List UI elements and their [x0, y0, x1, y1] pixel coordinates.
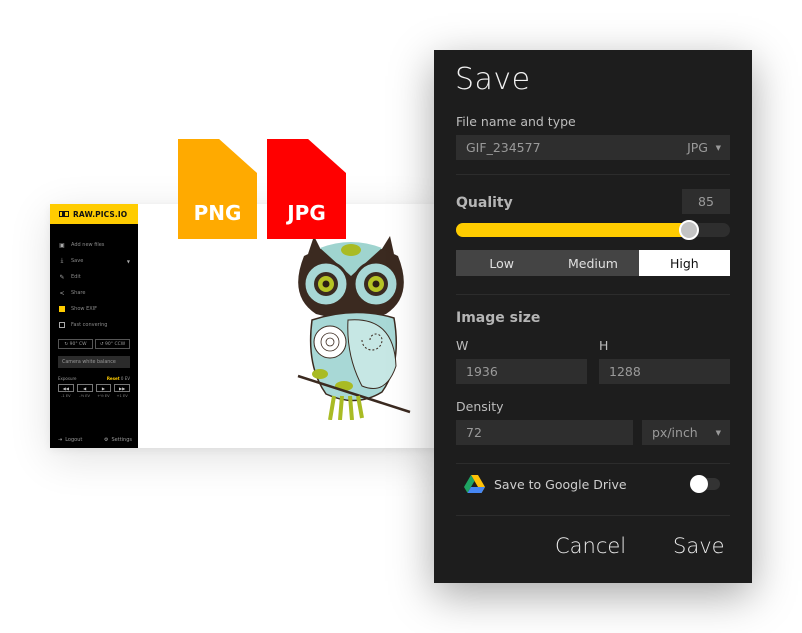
- quality-slider-fill: [456, 223, 689, 237]
- exposure-plus-1-button[interactable]: ▶▶: [114, 384, 130, 392]
- menu-item-label: Fast convering: [71, 322, 108, 328]
- quality-preset-medium[interactable]: Medium: [547, 250, 638, 276]
- density-unit-select[interactable]: px/inch ▼: [642, 420, 730, 445]
- menu-item-label: Add new files: [71, 242, 105, 248]
- density-unit-value: px/inch: [652, 425, 698, 440]
- image-size-label: Image size: [456, 310, 541, 326]
- google-drive-option: Save to Google Drive: [464, 475, 627, 493]
- pencil-icon: ✎: [59, 273, 65, 281]
- height-input[interactable]: 1288: [599, 359, 730, 384]
- jpg-label: JPG: [287, 201, 326, 225]
- exposure-step-label: +½ EV: [97, 394, 110, 398]
- download-icon: ⤓: [60, 257, 64, 264]
- quality-slider[interactable]: [456, 220, 730, 240]
- file-name-label: File name and type: [456, 114, 576, 129]
- rotate-ccw-button[interactable]: ↺ 90° CCW: [95, 339, 130, 349]
- film-icon: [59, 211, 69, 217]
- exposure-plus-half-button[interactable]: ▶: [95, 384, 112, 392]
- checkbox-unchecked-icon[interactable]: [59, 322, 65, 328]
- quality-preset-high[interactable]: High: [638, 250, 730, 276]
- menu-item-label: Share: [71, 290, 86, 296]
- exposure-step-label: +1 EV: [116, 394, 128, 398]
- menu-item-share[interactable]: < Share: [50, 285, 138, 301]
- menu-item-save[interactable]: ⤓ Save ▼: [50, 253, 138, 269]
- density-label: Density: [456, 399, 504, 414]
- sidebar-footer: ⇥ Logout ⚙ Settings: [58, 437, 132, 443]
- cancel-button[interactable]: Cancel: [555, 534, 626, 558]
- divider: [456, 515, 730, 516]
- brand-logo[interactable]: RAW.PICS.IO: [50, 204, 138, 224]
- rotate-buttons: ↻ 90° CW ↺ 90° CCW: [50, 339, 138, 349]
- brand-name: RAW.PICS.IO: [73, 209, 128, 219]
- menu-item-label: Edit: [71, 274, 81, 280]
- divider: [456, 174, 730, 175]
- quality-label: Quality: [456, 195, 513, 211]
- logout-button[interactable]: ⇥ Logout: [58, 437, 82, 443]
- google-drive-icon: [464, 475, 485, 493]
- logout-label: Logout: [65, 437, 83, 443]
- menu-item-add-files[interactable]: ▣ Add new files: [50, 237, 138, 253]
- exposure-reset-link[interactable]: Reset: [107, 376, 120, 381]
- menu-item-label: Save: [71, 258, 84, 264]
- google-drive-label: Save to Google Drive: [494, 476, 627, 492]
- share-icon: <: [59, 289, 65, 297]
- menu-item-label: Show EXIF: [71, 306, 98, 312]
- quality-slider-thumb[interactable]: [678, 220, 699, 240]
- save-button[interactable]: Save: [673, 534, 725, 558]
- file-name-input[interactable]: GIF_234577 JPG ▼: [456, 135, 730, 160]
- checkbox-fast-converting[interactable]: Fast convering: [50, 317, 138, 333]
- exposure-header: Exposure Reset 0 EV: [50, 376, 138, 381]
- camera-white-balance-button[interactable]: Camera white balance: [58, 356, 130, 368]
- settings-button[interactable]: ⚙ Settings: [104, 437, 132, 443]
- exposure-buttons: ◀◀ ◀ ▶ ▶▶: [50, 384, 138, 392]
- jpg-file-icon: JPG: [267, 139, 346, 239]
- sidebar-menu: ▣ Add new files ⤓ Save ▼ ✎ Edit < Share …: [50, 224, 138, 333]
- density-input[interactable]: 72: [456, 420, 633, 445]
- rotate-cw-label: 90° CW: [69, 341, 87, 347]
- rotate-ccw-label: 90° CCW: [105, 341, 126, 347]
- quality-preset-low[interactable]: Low: [456, 250, 547, 276]
- owl-illustration: [297, 236, 411, 420]
- gear-icon: ⚙: [104, 437, 109, 443]
- caret-down-icon: ▼: [715, 428, 721, 437]
- divider: [456, 463, 730, 464]
- png-file-icon: PNG: [178, 139, 257, 239]
- google-drive-toggle[interactable]: [690, 475, 720, 493]
- divider: [456, 294, 730, 295]
- exposure-minus-half-button[interactable]: ◀: [76, 384, 93, 392]
- file-type-select[interactable]: JPG: [687, 140, 708, 155]
- exposure-step-labels: -1 EV -½ EV +½ EV +1 EV: [50, 394, 138, 398]
- quality-value-input[interactable]: 85: [682, 189, 730, 214]
- settings-label: Settings: [111, 437, 132, 443]
- toggle-knob: [690, 475, 708, 493]
- menu-item-edit[interactable]: ✎ Edit: [50, 269, 138, 285]
- exposure-label: Exposure: [58, 376, 77, 381]
- exposure-minus-1-button[interactable]: ◀◀: [58, 384, 74, 392]
- dialog-title: Save: [455, 62, 531, 97]
- checkbox-show-exif[interactable]: Show EXIF: [50, 301, 138, 317]
- exposure-value: 0 EV: [120, 376, 130, 381]
- save-dialog: Save File name and type GIF_234577 JPG ▼…: [434, 50, 752, 583]
- caret-down-icon: ▼: [715, 143, 721, 152]
- logout-icon: ⇥: [58, 437, 63, 443]
- width-label: W: [456, 338, 469, 353]
- file-name-value: GIF_234577: [466, 140, 541, 155]
- rotate-cw-button[interactable]: ↻ 90° CW: [58, 339, 93, 349]
- caret-down-icon: ▼: [126, 258, 130, 264]
- png-label: PNG: [193, 201, 242, 225]
- height-label: H: [599, 338, 609, 353]
- exposure-step-label: -½ EV: [79, 394, 90, 398]
- exposure-step-label: -1 EV: [61, 394, 71, 398]
- width-input[interactable]: 1936: [456, 359, 587, 384]
- checkbox-checked-icon[interactable]: [59, 306, 65, 312]
- sidebar: RAW.PICS.IO ▣ Add new files ⤓ Save ▼ ✎ E…: [50, 204, 138, 448]
- quality-presets: Low Medium High: [456, 250, 730, 276]
- add-file-icon: ▣: [59, 241, 65, 249]
